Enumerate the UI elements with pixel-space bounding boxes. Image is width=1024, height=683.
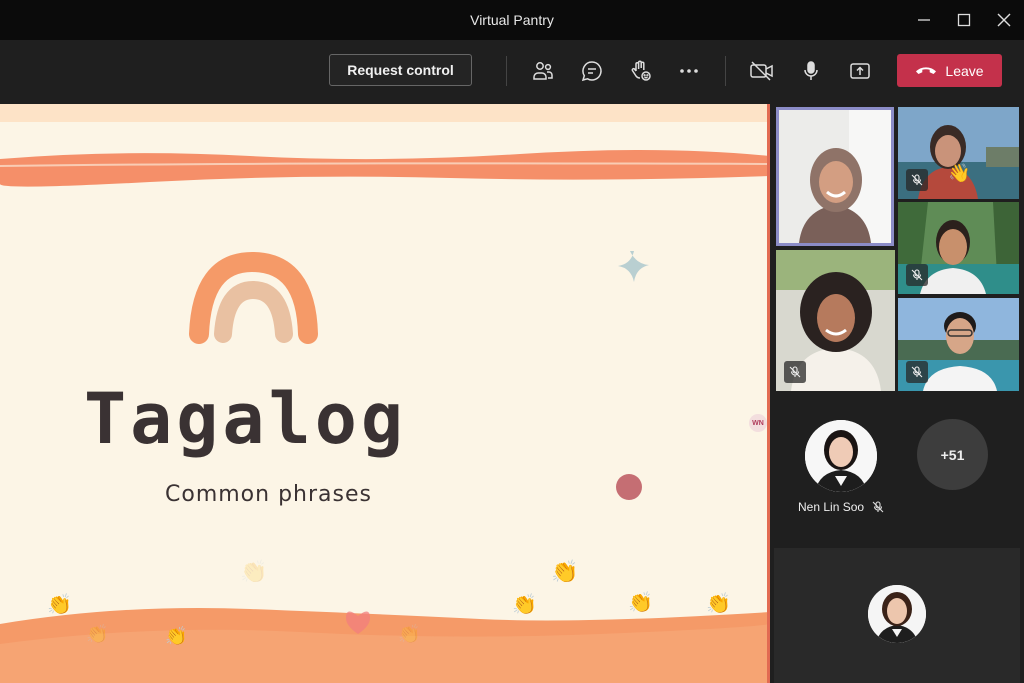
participant-name-row: Nen Lin Soo: [798, 500, 884, 514]
participant-video: [779, 110, 891, 243]
reaction-clap-icon: 👏: [551, 559, 579, 584]
maximize-icon: [957, 13, 971, 27]
window-title: Virtual Pantry: [470, 12, 554, 28]
slide-subtitle: Common phrases: [165, 482, 372, 507]
muted-indicator: [906, 264, 928, 286]
mic-off-icon: [911, 366, 923, 378]
phone-hangup-icon: [916, 66, 937, 74]
video-tile[interactable]: [898, 202, 1019, 294]
muted-indicator: [784, 361, 806, 383]
share-screen-icon: [850, 63, 870, 79]
muted-indicator: [906, 169, 928, 191]
microphone-icon: [804, 61, 818, 80]
avatar-photo: [868, 585, 926, 643]
title-bar: Virtual Pantry: [0, 0, 1024, 40]
microphone-button[interactable]: [796, 56, 826, 86]
camera-button[interactable]: [747, 56, 777, 86]
reaction-clap-icon: 👏: [240, 559, 268, 584]
minimize-icon: [918, 19, 930, 21]
video-tile[interactable]: 👋: [898, 107, 1019, 199]
muted-indicator: [906, 361, 928, 383]
more-participants-button[interactable]: +51: [917, 419, 988, 490]
slide-title: Tagalog: [84, 378, 408, 460]
reaction-clap-icon: 👏: [512, 594, 537, 616]
leave-button[interactable]: Leave: [897, 54, 1002, 87]
participant-name: Nen Lin Soo: [798, 500, 865, 514]
reactions-button[interactable]: [626, 56, 656, 86]
mic-off-icon: [789, 366, 801, 378]
participants-button[interactable]: [528, 56, 558, 86]
toolbar-divider: [725, 56, 726, 86]
video-tile[interactable]: [776, 107, 894, 246]
chat-icon: [581, 61, 602, 82]
leave-label: Leave: [945, 62, 984, 79]
request-control-button[interactable]: Request control: [329, 54, 472, 86]
close-icon: [997, 13, 1011, 27]
reaction-clap-icon: 👏: [47, 594, 72, 616]
participant-avatar-initials[interactable]: WN: [749, 414, 767, 432]
raise-hand-icon: [631, 60, 651, 81]
mic-off-icon: [911, 269, 923, 281]
reaction-clap-icon: 👏: [398, 624, 421, 644]
close-button[interactable]: [989, 8, 1019, 32]
wave-reaction-icon: 👋: [948, 163, 971, 183]
maximize-button[interactable]: [949, 8, 979, 32]
more-options-button[interactable]: [674, 56, 704, 86]
mic-off-icon: [911, 174, 923, 186]
reaction-clap-icon: 👏: [86, 624, 109, 644]
participant-avatar[interactable]: [805, 420, 877, 492]
self-avatar[interactable]: [868, 585, 926, 643]
more-icon: [680, 69, 698, 73]
toolbar-divider: [506, 56, 507, 86]
minimize-button[interactable]: [909, 8, 939, 32]
reaction-clap-icon: 👏: [628, 592, 653, 614]
reaction-clap-icon: 👏: [165, 626, 188, 646]
people-icon: [533, 62, 553, 80]
camera-off-icon: [750, 61, 773, 81]
share-screen-button[interactable]: [845, 56, 875, 86]
mic-off-icon: [872, 501, 884, 513]
chat-button[interactable]: [577, 56, 607, 86]
reaction-clap-icon: 👏: [706, 593, 731, 615]
video-tile[interactable]: [898, 298, 1019, 391]
video-tile[interactable]: [776, 250, 895, 391]
avatar-photo: [805, 420, 877, 492]
